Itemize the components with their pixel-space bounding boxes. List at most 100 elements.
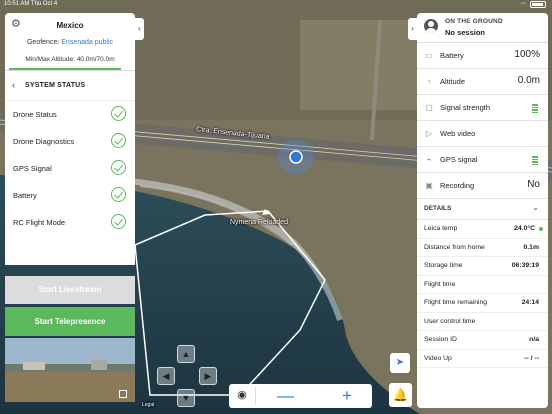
metric-label: Web video (440, 129, 476, 138)
left-panel: ⚙ Mexico Geofence: Ensenada public Min/M… (5, 13, 135, 265)
details-header[interactable]: DETAILS ⌄ (417, 199, 548, 220)
metrics-list: ▭ Battery 100% ↑ Altitude 0.0m ▢ Signal strengt… (417, 43, 548, 199)
status-item-label: RC Flight Mode (13, 218, 66, 227)
location-name: Mexico (56, 21, 84, 30)
metric-row: ▭ Battery 100% (417, 43, 548, 69)
status-bar: 10:51 AM Thu Oct 4 ◠ (0, 0, 552, 10)
status-item[interactable]: Drone Status (5, 101, 135, 128)
metric-label: GPS signal (440, 155, 478, 164)
camera-icon: ▣ (425, 181, 433, 190)
detail-label: User control time (424, 317, 476, 325)
chevron-left-icon[interactable]: ‹ (12, 80, 15, 90)
locate-icon[interactable]: ➤ (390, 353, 410, 373)
expand-icon[interactable] (119, 390, 127, 398)
detail-row: Video Up -- / -- (417, 350, 548, 368)
satellite-icon: ⌁ (426, 155, 432, 164)
collapse-right-tab[interactable]: › (408, 18, 417, 40)
arrow-right-button[interactable]: ▶ (199, 367, 217, 385)
battery-status-icon (530, 1, 546, 8)
metric-label: Battery (440, 51, 464, 60)
metric-value: 0.0m (517, 75, 540, 86)
detail-row: User control time (417, 313, 548, 331)
video-preview[interactable] (5, 338, 135, 402)
metric-value: 100% (514, 49, 540, 60)
status-item-label: GPS Signal (13, 164, 52, 173)
status-item[interactable]: Drone Diagnostics (5, 128, 135, 155)
metric-row: ▣ Recording No (417, 173, 548, 199)
status-time: 10:51 AM Thu Oct 4 (4, 1, 58, 7)
start-livestream-button[interactable]: Start Livestream (5, 276, 135, 304)
metric-label: Altitude (440, 77, 466, 86)
chevron-down-icon[interactable]: ⌄ (532, 203, 539, 212)
status-item-label: Drone Diagnostics (13, 137, 75, 146)
detail-value: 0.1m (523, 243, 540, 251)
metric-row: ⌁ GPS signal (417, 147, 548, 173)
detail-row: Session ID n/a (417, 331, 548, 350)
check-circle-icon (111, 160, 126, 175)
start-telepresence-button[interactable]: Start Telepresence (5, 307, 135, 336)
detail-value: 06:39:19 (511, 262, 539, 269)
status-item[interactable]: Battery (5, 182, 135, 209)
check-circle-icon (111, 106, 126, 121)
detail-row: Leica temp 24.0°C (417, 220, 548, 239)
session-header: ON THE GROUND No session (417, 13, 548, 43)
detail-label: Flight time remaining (424, 299, 488, 306)
video-preview-image (5, 338, 135, 402)
metric-row: ↑ Altitude 0.0m (417, 69, 548, 95)
avatar (424, 19, 438, 33)
signal-icon: ▢ (425, 103, 433, 112)
detail-label: Storage time (424, 262, 463, 269)
metric-value: No (527, 179, 540, 190)
divider (255, 387, 256, 405)
status-dot-icon (539, 227, 543, 231)
check-circle-icon (111, 187, 126, 202)
details-title: DETAILS (424, 205, 452, 212)
check-circle-icon (111, 133, 126, 148)
signal-bars-icon (532, 104, 538, 113)
right-panel: ON THE GROUND No session ▭ Battery 100% ↑ Al… (417, 13, 548, 408)
metric-row: ▢ Signal strength (417, 95, 548, 121)
detail-row: Flight time remaining 24:14 (417, 294, 548, 313)
detail-value: -- / -- (524, 354, 539, 362)
bell-icon[interactable]: 🔔 (389, 383, 412, 407)
arrow-down-button[interactable]: ▼ (177, 389, 195, 407)
signal-bars-icon (532, 156, 538, 165)
battery-icon: ▭ (425, 51, 433, 60)
detail-value: n/a (529, 336, 539, 343)
zoom-in-button[interactable]: + (342, 384, 352, 408)
detail-value: 24:14 (521, 299, 539, 306)
zoom-out-button[interactable]: — (277, 384, 294, 408)
location-header: ⚙ Mexico Geofence: Ensenada public Min/M… (5, 13, 135, 71)
altitude-info: Min/Max Altitude: 40.0m/70.0m (25, 56, 115, 63)
legal-link[interactable]: Legal (142, 402, 154, 408)
detail-row: Storage time 06:39:19 (417, 257, 548, 276)
collapse-left-tab[interactable]: ‹ (135, 18, 144, 40)
detail-row: Flight time (417, 276, 548, 294)
detail-label: Leica temp (424, 225, 458, 232)
detail-value: 24.0°C (514, 225, 535, 232)
system-status-header[interactable]: ‹ SYSTEM STATUS (5, 71, 135, 101)
camera-icon[interactable]: ◉ (235, 388, 249, 402)
session-status: No session (445, 28, 486, 37)
metric-row: ▷ Web video (417, 121, 548, 147)
geofence-link[interactable]: Ensenada public (61, 39, 113, 46)
check-circle-icon (111, 214, 126, 229)
arrow-up-button[interactable]: ▲ (177, 345, 195, 363)
area-label: Nymeria Reloaded (230, 219, 288, 226)
status-item-label: Battery (13, 191, 37, 200)
status-item[interactable]: GPS Signal (5, 155, 135, 182)
map-toolbar: ◉ — + (229, 384, 372, 408)
drone-position-marker (289, 150, 303, 164)
system-status-title: SYSTEM STATUS (25, 82, 86, 89)
detail-label: Session ID (424, 336, 457, 343)
altitude-icon: ↑ (427, 77, 431, 86)
status-list: Drone Status Drone Diagnostics GPS Signal B… (5, 101, 135, 236)
arrow-left-button[interactable]: ◀ (157, 367, 175, 385)
detail-row: Distance from home 0.1m (417, 239, 548, 257)
metric-label: Recording (440, 181, 475, 190)
detail-label: Distance from home (424, 243, 485, 251)
details-list: Leica temp 24.0°C Distance from home 0.1m St… (417, 220, 548, 368)
play-icon: ▷ (425, 129, 433, 138)
status-item[interactable]: RC Flight Mode (5, 209, 135, 236)
status-item-label: Drone Status (13, 110, 57, 119)
